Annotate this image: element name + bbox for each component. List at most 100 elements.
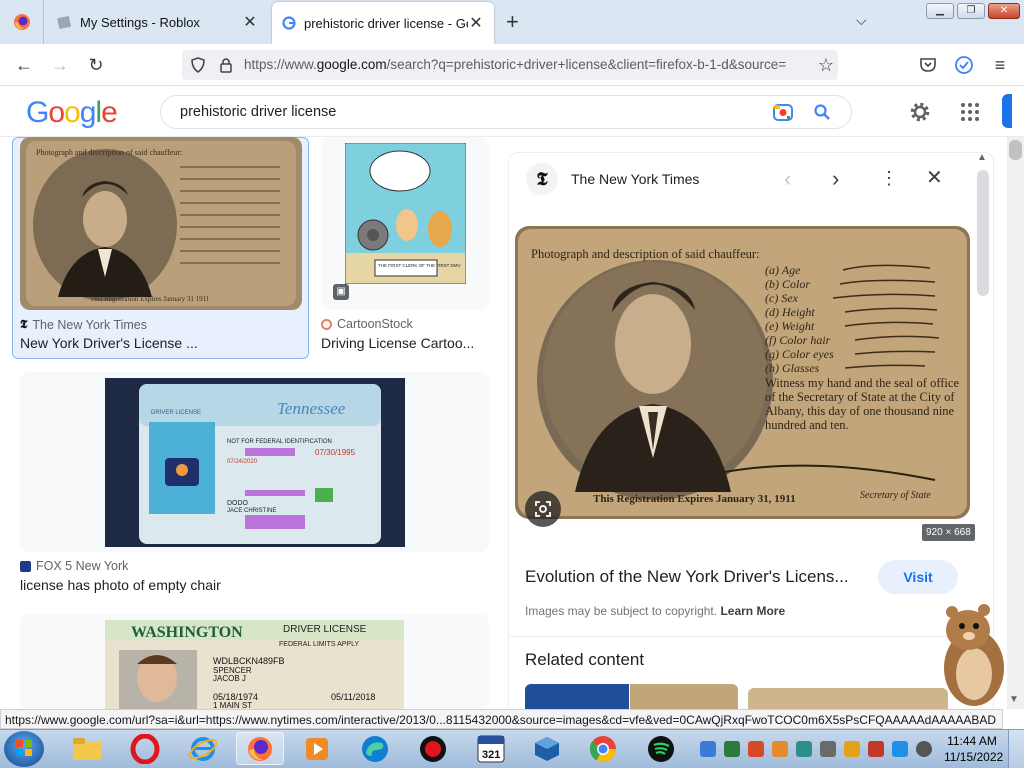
tray-app-icon[interactable] [772, 741, 788, 757]
previous-image-icon[interactable]: ‹ [784, 166, 791, 192]
nyt-license-thumbnail[interactable]: Photograph and description of said chauf… [20, 137, 302, 310]
fox5-favicon-icon [20, 560, 31, 572]
image-gallery-icon: ▣ [333, 284, 349, 300]
settings-gear-icon[interactable] [908, 100, 932, 124]
extension-check-icon[interactable] [954, 55, 974, 75]
related-thumbnail[interactable] [748, 688, 948, 709]
tray-app-icon[interactable] [748, 741, 764, 757]
media-player-icon [306, 737, 328, 760]
url-text[interactable]: https://www.google.com/search?q=prehisto… [244, 57, 804, 72]
copyright-note: Images may be subject to copyright. Lear… [525, 604, 786, 618]
close-panel-icon[interactable]: ✕ [926, 166, 943, 190]
taskbar-calendar-app[interactable]: 321 [470, 732, 512, 765]
tracking-shield-icon[interactable] [189, 56, 207, 74]
bookmark-star-icon[interactable]: ☆ [814, 53, 838, 77]
learn-more-link[interactable]: Learn More [720, 604, 785, 618]
card-row-weight: (e) Weight [765, 319, 815, 333]
card-signature-title: Secretary of State [860, 490, 931, 501]
card-row-height: (d) Height [765, 305, 815, 319]
tray-bluetooth-icon[interactable] [700, 741, 716, 757]
tray-search-icon[interactable] [844, 741, 860, 757]
taskbar-recorder[interactable] [412, 732, 454, 765]
windows-logo-icon [16, 740, 32, 756]
start-button[interactable] [4, 731, 44, 767]
close-window-button[interactable]: ✕ [988, 3, 1020, 19]
washington-license-thumbnail[interactable]: WASHINGTON DRIVER LICENSE FEDERAL LIMITS… [105, 620, 404, 709]
close-tab-icon[interactable]: ✕ [242, 12, 258, 32]
search-input[interactable]: prehistoric driver license [180, 104, 336, 120]
result-title[interactable]: license has photo of empty chair [20, 577, 221, 593]
cartoon-caption: THE FIRST CLERK OF THE FIRST DMV [378, 263, 461, 268]
next-image-icon[interactable]: › [832, 166, 839, 192]
folder-icon [73, 737, 101, 760]
wa-exp: 05/11/2018 [331, 692, 375, 702]
related-thumbnail[interactable] [630, 684, 738, 709]
sign-in-button[interactable] [1002, 94, 1012, 128]
result-source[interactable]: 𝕿 The New York Times [20, 317, 147, 332]
lock-icon[interactable] [217, 56, 235, 74]
panel-title[interactable]: Evolution of the New York Driver's Licen… [525, 567, 870, 587]
result-source[interactable]: FOX 5 New York [20, 559, 128, 573]
result-title[interactable]: New York Driver's License ... [20, 335, 198, 351]
new-tab-button[interactable]: + [506, 11, 519, 33]
tray-network-icon[interactable] [892, 741, 908, 757]
tray-volume-icon[interactable] [916, 741, 932, 757]
page-scrollbar[interactable] [1007, 137, 1024, 709]
wa-sub: FEDERAL LIMITS APPLY [279, 641, 359, 648]
google-logo[interactable]: Google [26, 96, 118, 130]
maximize-button[interactable]: ❐ [957, 3, 985, 19]
tab-google-search[interactable]: prehistoric driver license - Goog ✕ [272, 2, 494, 44]
edge-icon [362, 735, 388, 762]
google-apps-icon[interactable] [960, 102, 980, 122]
tn-name: DODO [227, 500, 249, 507]
taskbar-file-explorer[interactable] [66, 732, 108, 765]
calendar-321-icon: 321 [477, 735, 505, 762]
taskbar-virtualbox[interactable] [526, 732, 568, 765]
taskbar-edge[interactable] [354, 732, 396, 765]
show-desktop-button[interactable] [1008, 730, 1024, 768]
page-scrollbar-thumb[interactable] [1009, 140, 1022, 160]
tab-roblox-settings[interactable]: My Settings - Roblox ✕ [44, 0, 270, 44]
tab-title: prehistoric driver license - Goog [304, 15, 468, 31]
page-scroll-down-icon[interactable]: ▼ [1009, 694, 1019, 705]
tray-flag-icon[interactable] [868, 741, 884, 757]
card-row-glasses: (h) Glasses [765, 361, 820, 375]
taskbar-internet-explorer[interactable] [182, 732, 224, 765]
taskbar-firefox[interactable] [236, 732, 284, 765]
result-title[interactable]: Driving License Cartoo... [321, 335, 474, 351]
tab-title: My Settings - Roblox [80, 14, 200, 30]
minimize-button[interactable]: ▁ [926, 3, 954, 19]
tray-app-icon[interactable] [796, 741, 812, 757]
forward-arrow-icon[interactable]: → [48, 53, 72, 77]
panel-source[interactable]: The New York Times [571, 171, 699, 187]
google-lens-icon[interactable] [772, 102, 794, 122]
related-thumbnail[interactable] [525, 684, 629, 709]
result-source[interactable]: CartoonStock [321, 317, 413, 331]
tray-app-icon[interactable] [724, 741, 740, 757]
close-tab-icon[interactable]: ✕ [468, 13, 484, 33]
taskbar-spotify[interactable] [640, 732, 682, 765]
hamburger-menu-icon[interactable]: ≡ [988, 53, 1012, 77]
panel-scroll-up-icon[interactable]: ▲ [977, 152, 987, 163]
firefox-menu-tab[interactable] [0, 0, 44, 44]
more-options-icon[interactable]: ⋮ [880, 166, 898, 190]
panel-scrollbar-thumb[interactable] [977, 170, 989, 296]
back-arrow-icon[interactable]: ← [12, 53, 36, 77]
visit-button[interactable]: Visit [878, 560, 958, 594]
system-clock[interactable]: 11:44 AM 11/15/2022 [944, 733, 1003, 765]
reload-icon[interactable]: ↻ [84, 53, 108, 77]
cartoon-thumbnail[interactable]: THE FIRST CLERK OF THE FIRST DMV [345, 143, 466, 284]
list-all-tabs-icon[interactable]: ⌵ [856, 12, 867, 29]
taskbar-media-player[interactable] [296, 732, 338, 765]
taskbar-chrome[interactable] [582, 732, 624, 765]
tn-state-title: Tennessee [277, 399, 346, 418]
spotify-icon [648, 735, 674, 762]
nyt-license-large-image[interactable]: Photograph and description of said chauf… [515, 226, 970, 519]
taskbar-opera[interactable] [124, 732, 166, 765]
pocket-icon[interactable] [918, 55, 938, 75]
tray-app-icon[interactable] [820, 741, 836, 757]
tennessee-license-thumbnail[interactable]: Tennessee DRIVER LICENSE NOT FOR FEDERAL… [105, 378, 405, 547]
virtualbox-icon [535, 736, 559, 761]
divider [510, 636, 980, 637]
search-icon[interactable] [813, 103, 831, 121]
